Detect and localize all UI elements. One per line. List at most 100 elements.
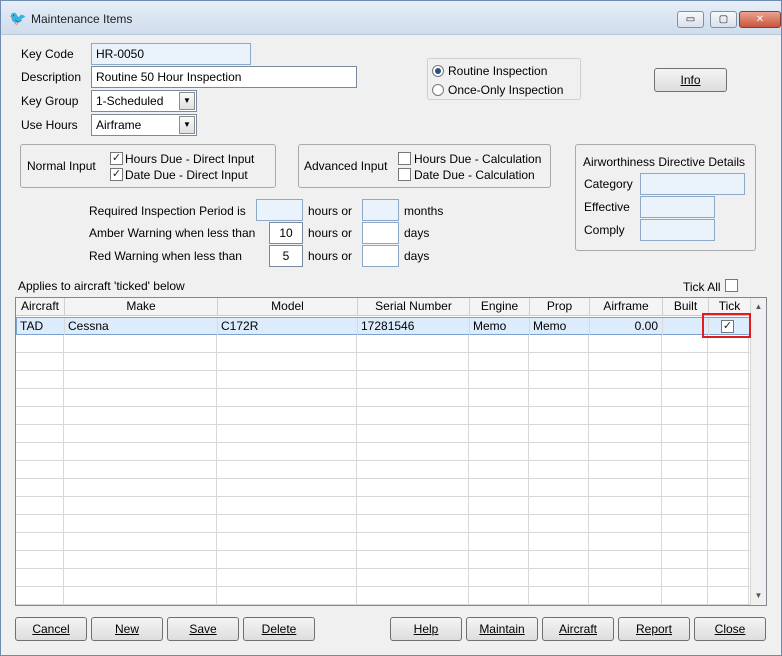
empty-cell[interactable] <box>708 497 749 514</box>
empty-cell[interactable] <box>708 389 749 406</box>
maintain-button[interactable]: Maintain <box>466 617 538 641</box>
empty-cell[interactable] <box>64 353 217 370</box>
empty-cell[interactable] <box>589 551 662 568</box>
empty-cell[interactable] <box>469 389 529 406</box>
empty-cell[interactable] <box>589 515 662 532</box>
cancel-button[interactable]: Cancel <box>15 617 87 641</box>
empty-cell[interactable] <box>708 353 749 370</box>
empty-cell[interactable] <box>708 569 749 586</box>
empty-cell[interactable] <box>708 461 749 478</box>
tick-all-label[interactable]: Tick All <box>683 280 721 294</box>
close-window-button[interactable]: ✕ <box>739 11 781 28</box>
empty-cell[interactable] <box>469 515 529 532</box>
comply-field[interactable] <box>640 219 715 241</box>
col-header-model[interactable]: Model <box>218 298 358 316</box>
empty-cell[interactable] <box>529 479 589 496</box>
empty-cell[interactable] <box>16 479 64 496</box>
empty-cell[interactable] <box>357 515 469 532</box>
table-row[interactable] <box>16 353 751 371</box>
cell-make[interactable]: Cessna <box>65 318 218 335</box>
empty-cell[interactable] <box>16 551 64 568</box>
table-row[interactable] <box>16 551 751 569</box>
empty-cell[interactable] <box>217 335 357 352</box>
empty-cell[interactable] <box>469 461 529 478</box>
empty-cell[interactable] <box>357 497 469 514</box>
empty-cell[interactable] <box>529 389 589 406</box>
empty-cell[interactable] <box>662 479 708 496</box>
scroll-down-icon[interactable]: ▼ <box>751 589 766 603</box>
hours-due-calc-checkbox[interactable] <box>398 152 411 165</box>
col-header-make[interactable]: Make <box>65 298 218 316</box>
empty-cell[interactable] <box>64 407 217 424</box>
empty-cell[interactable] <box>469 353 529 370</box>
empty-cell[interactable] <box>469 479 529 496</box>
empty-cell[interactable] <box>469 371 529 388</box>
red-hours-field[interactable]: 5 <box>269 245 303 267</box>
table-row[interactable] <box>16 515 751 533</box>
cell-prop[interactable]: Memo <box>530 318 590 335</box>
empty-cell[interactable] <box>357 371 469 388</box>
empty-cell[interactable] <box>469 587 529 604</box>
new-button[interactable]: New <box>91 617 163 641</box>
empty-cell[interactable] <box>16 389 64 406</box>
empty-cell[interactable] <box>357 443 469 460</box>
col-header-aircraft[interactable]: Aircraft <box>16 298 65 316</box>
required-months-field[interactable] <box>362 199 399 221</box>
empty-cell[interactable] <box>357 389 469 406</box>
empty-cell[interactable] <box>217 371 357 388</box>
key-group-select[interactable]: 1-Scheduled ▼ <box>91 90 197 112</box>
empty-cell[interactable] <box>217 461 357 478</box>
empty-cell[interactable] <box>64 461 217 478</box>
once-only-inspection-radio[interactable] <box>432 84 444 96</box>
tick-all-checkbox[interactable] <box>725 279 738 292</box>
date-due-calc-checkbox[interactable] <box>398 168 411 181</box>
empty-cell[interactable] <box>16 587 64 604</box>
description-field[interactable]: Routine 50 Hour Inspection <box>91 66 357 88</box>
chevron-down-icon[interactable]: ▼ <box>179 92 195 110</box>
empty-cell[interactable] <box>529 371 589 388</box>
empty-cell[interactable] <box>469 551 529 568</box>
empty-cell[interactable] <box>589 407 662 424</box>
hours-due-direct-label[interactable]: Hours Due - Direct Input <box>125 152 254 166</box>
empty-cell[interactable] <box>64 389 217 406</box>
empty-cell[interactable] <box>469 533 529 550</box>
empty-cell[interactable] <box>64 443 217 460</box>
empty-cell[interactable] <box>217 407 357 424</box>
empty-cell[interactable] <box>708 371 749 388</box>
category-field[interactable] <box>640 173 745 195</box>
empty-cell[interactable] <box>469 497 529 514</box>
effective-field[interactable] <box>640 196 715 218</box>
table-row[interactable] <box>16 587 751 605</box>
required-hours-field[interactable] <box>256 199 303 221</box>
table-row[interactable] <box>16 425 751 443</box>
cell-aircraft[interactable]: TAD <box>17 318 65 335</box>
empty-cell[interactable] <box>662 497 708 514</box>
table-row[interactable] <box>16 371 751 389</box>
empty-cell[interactable] <box>529 425 589 442</box>
empty-cell[interactable] <box>16 335 64 352</box>
empty-cell[interactable] <box>64 533 217 550</box>
empty-cell[interactable] <box>589 371 662 388</box>
empty-cell[interactable] <box>64 569 217 586</box>
empty-cell[interactable] <box>662 389 708 406</box>
scroll-up-icon[interactable]: ▲ <box>751 300 766 314</box>
empty-cell[interactable] <box>662 425 708 442</box>
grid-scrollbar[interactable]: ▲ ▼ <box>750 298 766 605</box>
empty-cell[interactable] <box>662 533 708 550</box>
table-row[interactable] <box>16 497 751 515</box>
once-only-inspection-label[interactable]: Once-Only Inspection <box>448 83 563 97</box>
col-header-engine[interactable]: Engine <box>470 298 530 316</box>
empty-cell[interactable] <box>217 479 357 496</box>
empty-cell[interactable] <box>708 425 749 442</box>
empty-cell[interactable] <box>708 479 749 496</box>
empty-cell[interactable] <box>16 569 64 586</box>
empty-cell[interactable] <box>589 587 662 604</box>
table-row[interactable] <box>16 407 751 425</box>
empty-cell[interactable] <box>529 353 589 370</box>
empty-cell[interactable] <box>16 497 64 514</box>
empty-cell[interactable] <box>529 587 589 604</box>
empty-cell[interactable] <box>64 479 217 496</box>
use-hours-select[interactable]: Airframe ▼ <box>91 114 197 136</box>
empty-cell[interactable] <box>708 533 749 550</box>
empty-cell[interactable] <box>217 425 357 442</box>
